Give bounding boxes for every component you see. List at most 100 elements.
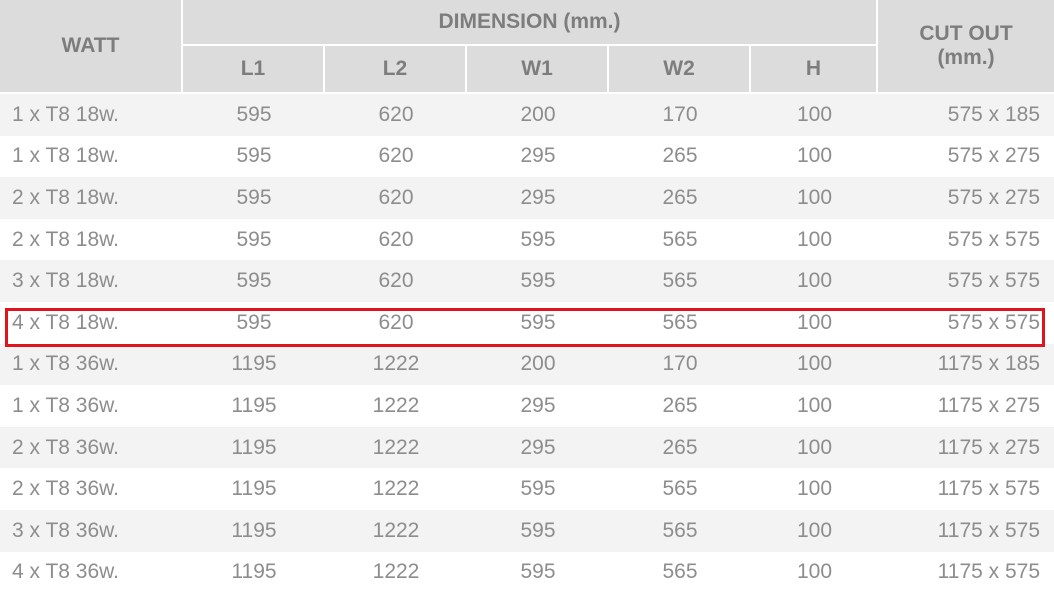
cell-w1: 295	[467, 385, 609, 427]
table-row: 1 x T8 18w. 595 620 295 265 100 575 x 275	[0, 135, 1054, 178]
cell-cutout: 575 x 575	[878, 218, 1054, 261]
cell-l2: 620	[325, 135, 467, 178]
cell-h: 100	[751, 177, 879, 219]
cell-cutout: 575 x 575	[878, 301, 1054, 344]
cell-h: 100	[751, 509, 879, 552]
cell-w2: 565	[609, 218, 751, 261]
cell-cutout: 1175 x 185	[878, 343, 1054, 386]
table-row: 1 x T8 36w. 1195 1222 200 170 100 1175 x 185	[0, 343, 1054, 386]
cell-w1: 595	[467, 260, 609, 302]
cell-l1: 1195	[183, 343, 325, 386]
cell-w2: 170	[609, 94, 751, 136]
cell-cutout: 575 x 275	[878, 177, 1054, 219]
table-row: 3 x T8 18w. 595 620 595 565 100 575 x 575	[0, 260, 1054, 302]
watt-header: WATT	[0, 0, 183, 94]
cell-l1: 595	[183, 260, 325, 302]
cell-h: 100	[751, 94, 879, 136]
cell-w2: 565	[609, 260, 751, 302]
cell-w2: 565	[609, 509, 751, 552]
cutout-header: CUT OUT (mm.)	[878, 0, 1054, 94]
cell-watt: 2 x T8 18w.	[0, 218, 183, 261]
cell-h: 100	[751, 343, 879, 386]
cell-w1: 595	[467, 218, 609, 261]
cell-w1: 595	[467, 301, 609, 344]
cell-watt: 3 x T8 18w.	[0, 260, 183, 302]
cell-l1: 595	[183, 218, 325, 261]
table-row: 4 x T8 18w. 595 620 595 565 100 575 x 575	[0, 301, 1054, 344]
cell-cutout: 575 x 575	[878, 260, 1054, 302]
cell-l2: 620	[325, 94, 467, 136]
cell-w1: 200	[467, 94, 609, 136]
column-header-l1: L1	[183, 46, 325, 94]
cell-watt: 1 x T8 18w.	[0, 135, 183, 178]
cell-watt: 2 x T8 18w.	[0, 177, 183, 219]
table-row: 1 x T8 36w. 1195 1222 295 265 100 1175 x 275	[0, 385, 1054, 427]
cell-w2: 265	[609, 385, 751, 427]
cell-watt: 2 x T8 36w.	[0, 468, 183, 510]
column-header-h: H	[751, 46, 879, 94]
cell-l2: 1222	[325, 426, 467, 469]
cell-w2: 565	[609, 468, 751, 510]
cell-l2: 1222	[325, 343, 467, 386]
cell-h: 100	[751, 385, 879, 427]
cell-l2: 1222	[325, 551, 467, 594]
cell-w1: 200	[467, 343, 609, 386]
cell-h: 100	[751, 426, 879, 469]
cell-h: 100	[751, 135, 879, 178]
cell-cutout: 575 x 275	[878, 135, 1054, 178]
column-header-l2: L2	[325, 46, 467, 94]
table-row: 2 x T8 18w. 595 620 295 265 100 575 x 275	[0, 177, 1054, 219]
cell-w1: 595	[467, 551, 609, 594]
cell-watt: 1 x T8 36w.	[0, 343, 183, 386]
cell-w2: 265	[609, 177, 751, 219]
cell-cutout: 1175 x 575	[878, 509, 1054, 552]
dimension-header: DIMENSION (mm.)	[183, 0, 879, 46]
cell-watt: 1 x T8 36w.	[0, 385, 183, 427]
cell-w1: 295	[467, 177, 609, 219]
table-row: 2 x T8 18w. 595 620 595 565 100 575 x 575	[0, 218, 1054, 261]
cell-cutout: 1175 x 275	[878, 426, 1054, 469]
spec-table: WATT DIMENSION (mm.) CUT OUT (mm.) L1 L2…	[0, 0, 1054, 594]
spec-table-container: WATT DIMENSION (mm.) CUT OUT (mm.) L1 L2…	[0, 0, 1054, 598]
cell-watt: 4 x T8 36w.	[0, 551, 183, 594]
table-row: 4 x T8 36w. 1195 1222 595 565 100 1175 x 575	[0, 551, 1054, 594]
table-row: 2 x T8 36w. 1195 1222 595 565 100 1175 x 575	[0, 468, 1054, 510]
cell-w2: 565	[609, 301, 751, 344]
cell-l2: 1222	[325, 385, 467, 427]
cell-w2: 265	[609, 135, 751, 178]
cell-h: 100	[751, 551, 879, 594]
cell-watt: 1 x T8 18w.	[0, 94, 183, 136]
cell-l2: 620	[325, 177, 467, 219]
column-header-w2: W2	[609, 46, 751, 94]
cell-l1: 1195	[183, 468, 325, 510]
cell-l1: 1195	[183, 509, 325, 552]
cell-w1: 295	[467, 426, 609, 469]
cell-w2: 170	[609, 343, 751, 386]
cell-l1: 1195	[183, 426, 325, 469]
table-body: 1 x T8 18w. 595 620 200 170 100 575 x 185 1 x T…	[0, 94, 1054, 594]
cell-l1: 1195	[183, 385, 325, 427]
cell-l2: 1222	[325, 509, 467, 552]
cell-l2: 620	[325, 218, 467, 261]
cutout-header-line2: (mm.)	[937, 46, 995, 69]
cell-watt: 2 x T8 36w.	[0, 426, 183, 469]
table-row: 1 x T8 18w. 595 620 200 170 100 575 x 185	[0, 94, 1054, 136]
cell-cutout: 1175 x 575	[878, 551, 1054, 594]
cell-cutout: 1175 x 275	[878, 385, 1054, 427]
cell-watt: 4 x T8 18w.	[0, 301, 183, 344]
cell-l1: 595	[183, 177, 325, 219]
cell-w1: 595	[467, 468, 609, 510]
cell-h: 100	[751, 260, 879, 302]
cell-l1: 1195	[183, 551, 325, 594]
table-row: 2 x T8 36w. 1195 1222 295 265 100 1175 x 275	[0, 426, 1054, 469]
cell-cutout: 575 x 185	[878, 94, 1054, 136]
cell-h: 100	[751, 218, 879, 261]
cell-w2: 265	[609, 426, 751, 469]
cell-w1: 595	[467, 509, 609, 552]
cell-w2: 565	[609, 551, 751, 594]
cell-watt: 3 x T8 36w.	[0, 509, 183, 552]
cell-l2: 1222	[325, 468, 467, 510]
cell-h: 100	[751, 468, 879, 510]
cell-l1: 595	[183, 301, 325, 344]
cell-l1: 595	[183, 94, 325, 136]
